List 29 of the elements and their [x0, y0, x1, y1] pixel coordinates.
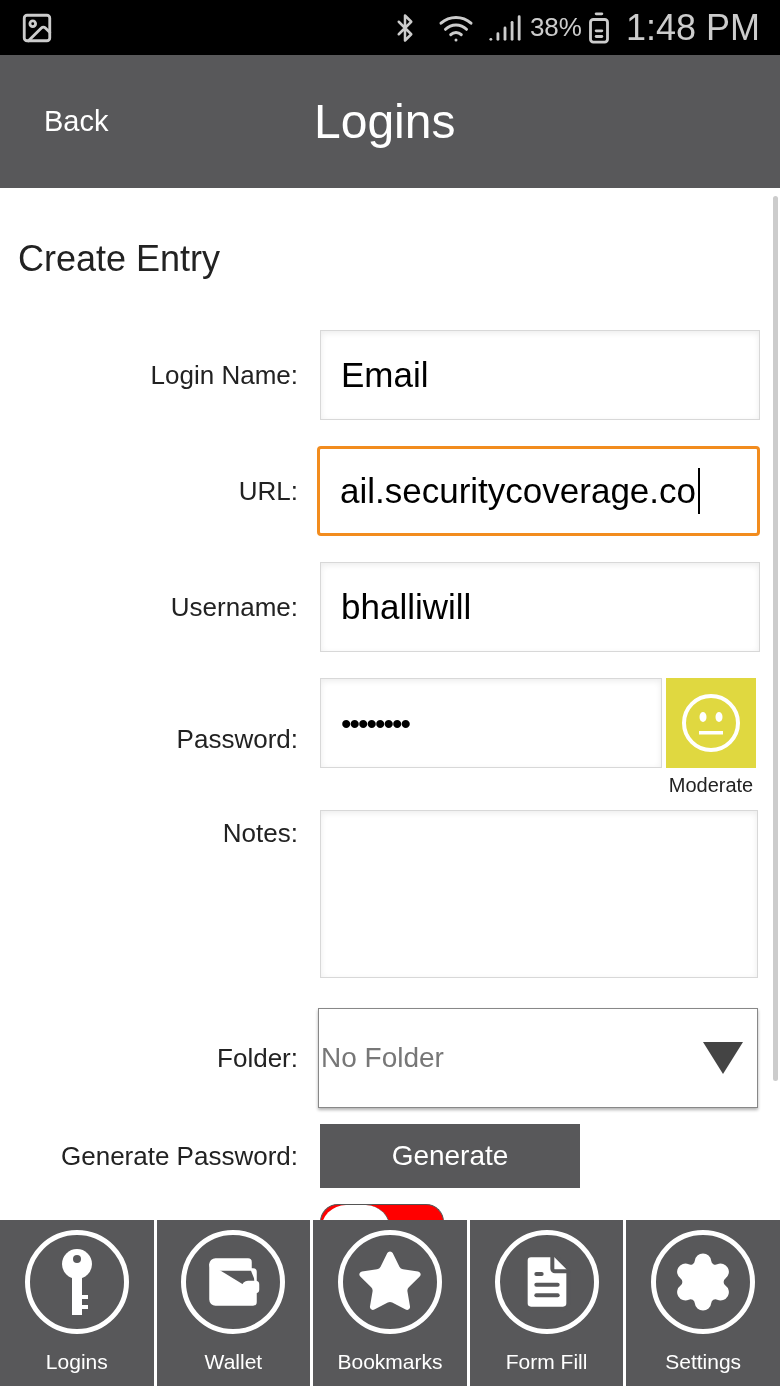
- strength-label: Moderate: [668, 773, 754, 798]
- nav-tab[interactable]: Wallet: [156, 1220, 311, 1386]
- field-label: URL:: [237, 474, 298, 508]
- field-label: Username:: [169, 590, 298, 624]
- notes-field[interactable]: [320, 810, 758, 978]
- page-title: Logins: [314, 93, 456, 150]
- field-label: Notes:: [221, 817, 298, 850]
- clock: 1:48 PM: [625, 5, 760, 50]
- text-cursor: [698, 468, 700, 514]
- field-label: Folder:: [216, 1041, 298, 1075]
- dropdown-arrow-icon: [703, 1042, 743, 1074]
- nav-tab[interactable]: Form Fill: [469, 1220, 624, 1386]
- text-field[interactable]: ail.securitycoverage.co: [317, 446, 760, 536]
- key-icon: [59, 1249, 94, 1315]
- generate-button[interactable]: Generate: [320, 1124, 580, 1188]
- folder-dropdown[interactable]: No Folder: [318, 1008, 758, 1108]
- field-label: Password:: [175, 722, 298, 756]
- nav-tab[interactable]: Logins: [0, 1220, 154, 1386]
- text-field[interactable]: bhalliwill: [320, 562, 760, 652]
- battery-percentage: 38%: [529, 11, 582, 44]
- nav-tab[interactable]: Settings: [626, 1220, 780, 1386]
- text-field[interactable]: Email: [320, 330, 760, 420]
- password-field[interactable]: ••••••••: [320, 678, 662, 768]
- neutral-face-icon: [681, 693, 741, 753]
- field-label: Generate Password:: [60, 1139, 298, 1173]
- field-label: Login Name:: [149, 358, 298, 392]
- section-heading: Create Entry: [18, 237, 222, 281]
- back-button[interactable]: Back: [44, 99, 109, 144]
- nav-tab[interactable]: Bookmarks: [313, 1220, 467, 1386]
